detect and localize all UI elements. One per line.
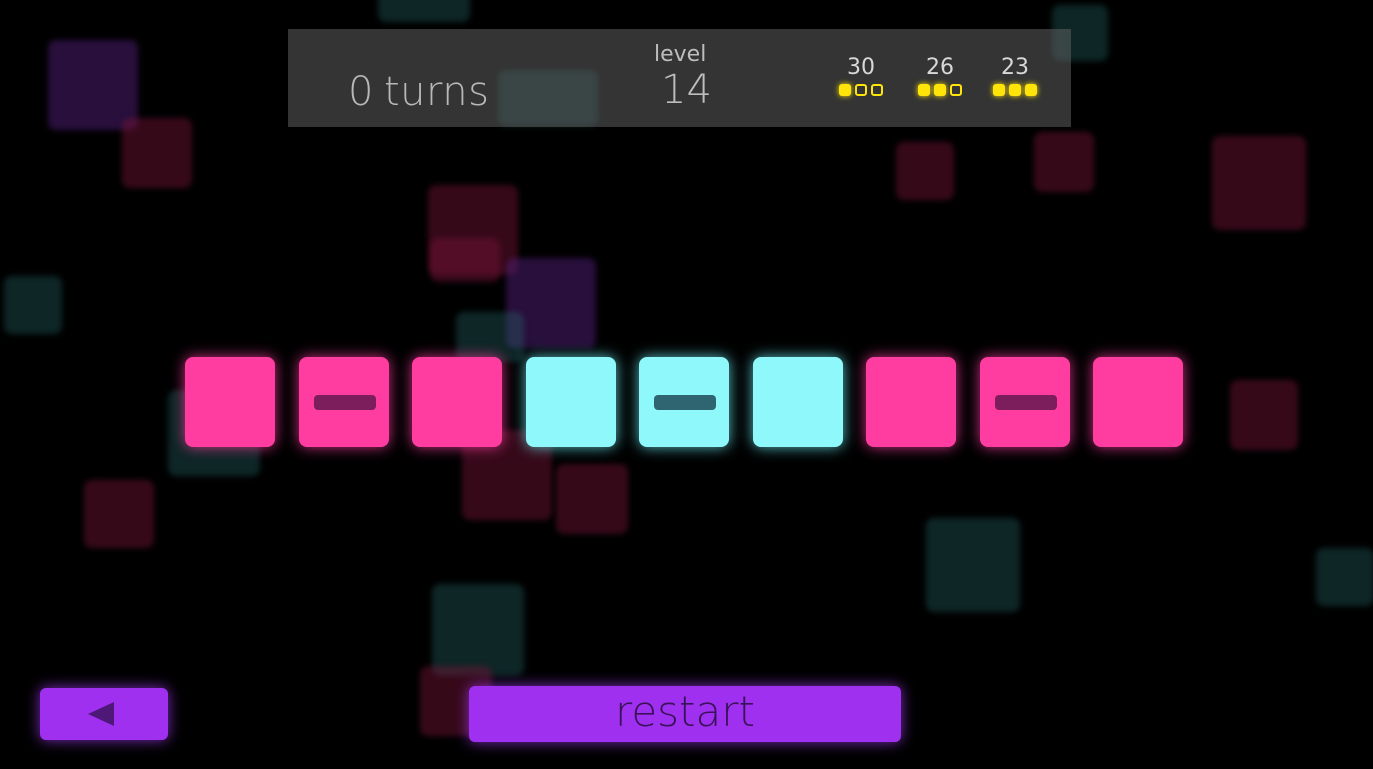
back-arrow-icon [88, 702, 114, 726]
star-pip-filled [839, 84, 851, 96]
background-square [48, 40, 138, 130]
background-square [430, 238, 500, 282]
tile-cyan[interactable] [753, 357, 843, 447]
background-square [4, 276, 62, 334]
background-square [1316, 548, 1373, 606]
game-screen: 0 turns level 14 30 26 23 restart [0, 0, 1373, 769]
star-pips [983, 84, 1047, 96]
tile-bar-marker [654, 395, 716, 410]
background-square [926, 518, 1020, 612]
star-pip-filled [1025, 84, 1037, 96]
tile-pink[interactable] [412, 357, 502, 447]
tile-cyan[interactable] [526, 357, 616, 447]
turns-label: turns [383, 69, 490, 115]
star-pips [908, 84, 972, 96]
tile-pink[interactable] [1093, 357, 1183, 447]
tile-pink[interactable] [185, 357, 275, 447]
level-label: level [654, 42, 707, 67]
background-square [1230, 380, 1298, 450]
background-square [122, 118, 192, 188]
star-pip-empty [950, 84, 962, 96]
star-target-value: 30 [847, 55, 875, 80]
tile-bar-marker [995, 395, 1057, 410]
restart-label: restart [614, 687, 755, 736]
star-pip-empty [855, 84, 867, 96]
background-square [456, 312, 524, 362]
star-pip-filled [934, 84, 946, 96]
star-pip-filled [918, 84, 930, 96]
star-target-3: 23 [983, 57, 1047, 96]
tile-bar-marker [314, 395, 376, 410]
star-target-value: 26 [926, 55, 954, 80]
hud-panel: 0 turns level 14 30 26 23 [288, 29, 1071, 127]
star-pips [829, 84, 893, 96]
background-square [432, 584, 524, 676]
tile-row [185, 357, 1190, 447]
star-pip-filled [993, 84, 1005, 96]
tile-pink[interactable] [980, 357, 1070, 447]
background-square [84, 480, 154, 548]
tile-cyan[interactable] [639, 357, 729, 447]
restart-button[interactable]: restart [469, 686, 901, 742]
star-target-2: 26 [908, 57, 972, 96]
tile-pink[interactable] [299, 357, 389, 447]
star-pip-filled [1009, 84, 1021, 96]
star-pip-empty [871, 84, 883, 96]
background-square [378, 0, 470, 22]
background-square [896, 142, 954, 200]
star-target-1: 30 [829, 57, 893, 96]
turns-counter: 0 turns [348, 69, 489, 115]
star-target-value: 23 [1001, 55, 1029, 80]
background-square [556, 464, 628, 534]
background-square [1034, 132, 1094, 192]
tile-pink[interactable] [866, 357, 956, 447]
turns-value: 0 [348, 69, 374, 115]
level-value: 14 [661, 67, 712, 113]
background-square [1212, 136, 1306, 230]
back-button[interactable] [40, 688, 168, 740]
